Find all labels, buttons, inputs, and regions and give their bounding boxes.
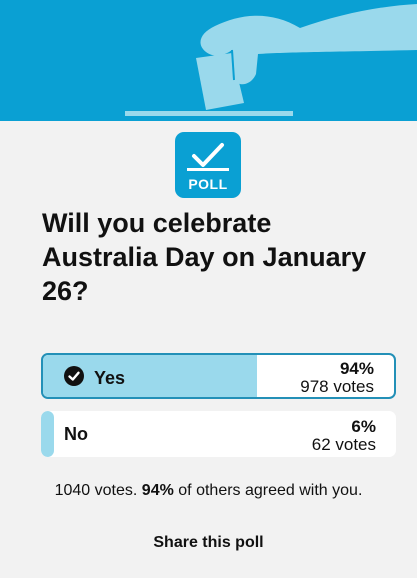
option-no-label: No: [64, 424, 88, 444]
vote-summary: 1040 votes. 94% of others agreed with yo…: [0, 482, 417, 500]
poll-question: Will you celebrate Australia Day on Janu…: [42, 208, 367, 306]
agree-text: of others agreed with you.: [178, 482, 363, 499]
option-no-bar: [41, 411, 54, 457]
agree-percent: 94%: [141, 482, 174, 499]
option-yes-votes: 978 votes: [300, 377, 374, 396]
selected-check-icon: [64, 366, 84, 386]
header-banner: [0, 0, 417, 121]
total-votes: 1040 votes.: [54, 482, 138, 499]
share-poll-button[interactable]: Share this poll: [0, 534, 417, 552]
option-yes-label: Yes: [94, 368, 126, 388]
ballot-box-illustration: [125, 4, 417, 116]
poll-badge-label: POLL: [188, 176, 228, 192]
option-no-votes: 62 votes: [311, 435, 376, 454]
option-yes[interactable]: Yes 94% 978 votes: [41, 353, 396, 399]
option-no-percent: 6%: [351, 417, 376, 436]
option-yes-percent: 94%: [339, 359, 374, 378]
option-no[interactable]: No 6% 62 votes: [41, 411, 396, 457]
poll-badge: POLL: [175, 132, 241, 198]
